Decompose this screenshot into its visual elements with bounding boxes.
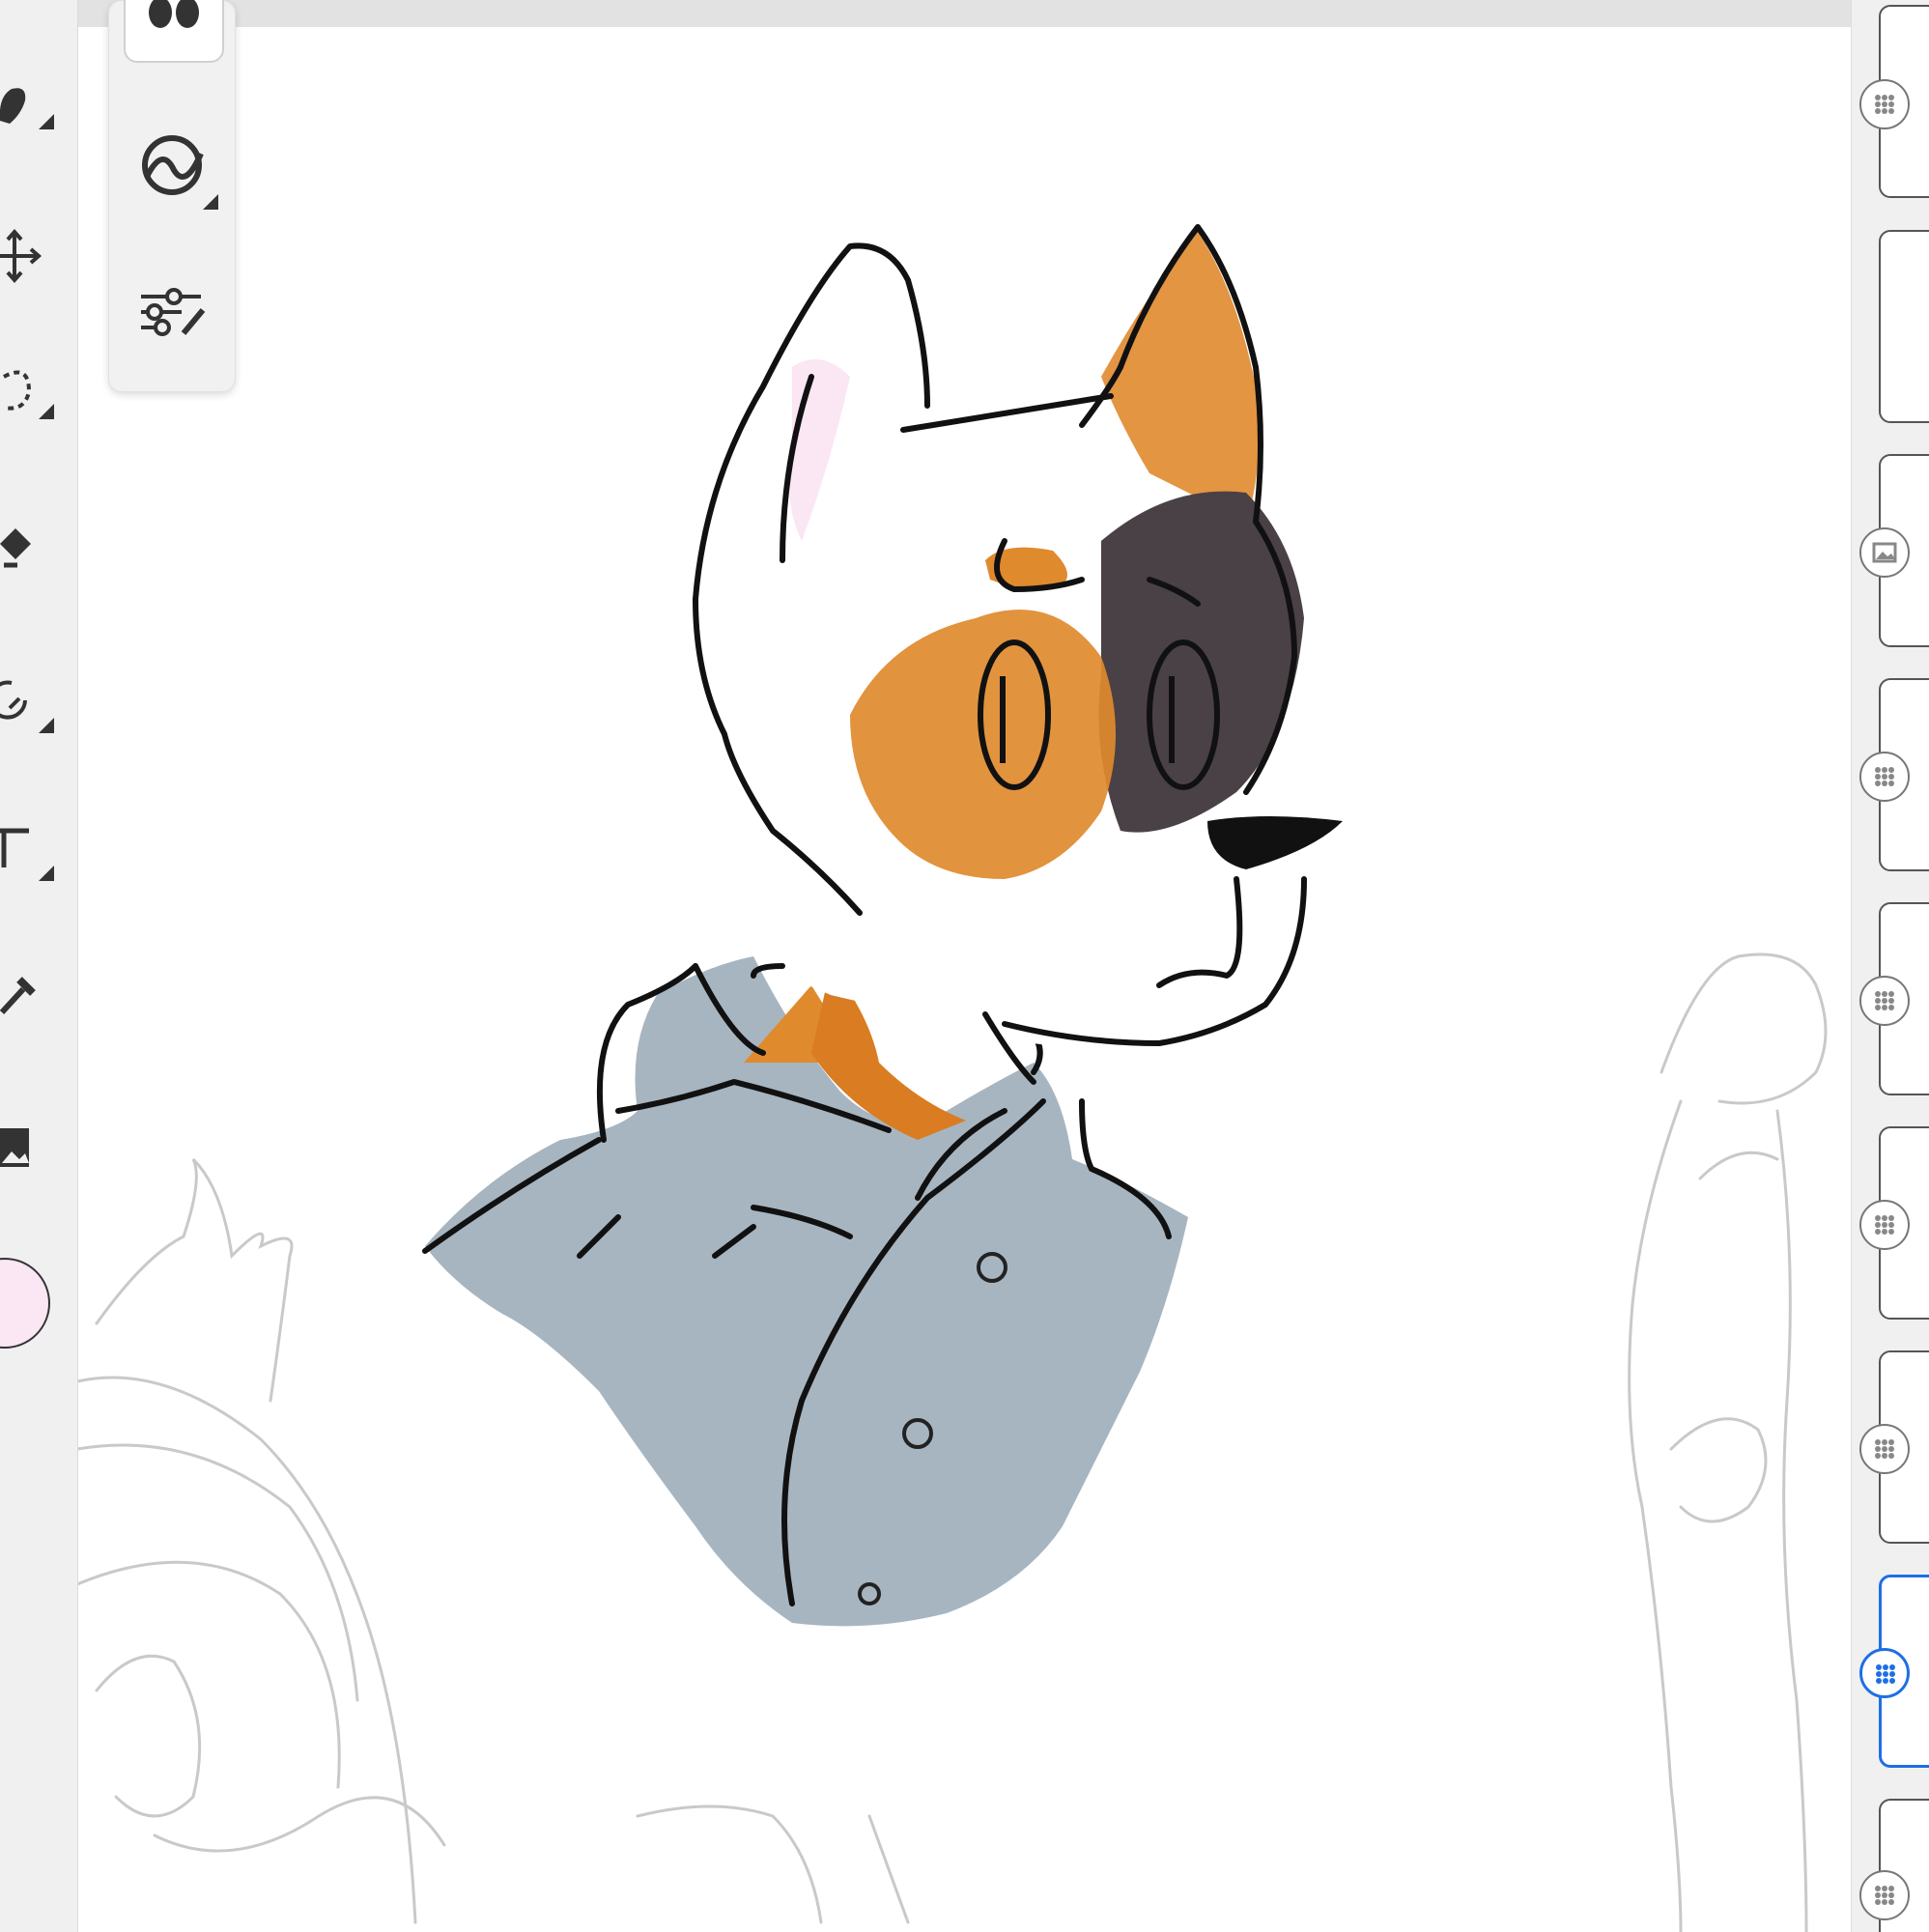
tool-options-indicator [39,114,54,129]
layer-type-badge[interactable] [1859,1424,1910,1474]
current-color-swatch[interactable] [0,1258,50,1349]
tool-options-indicator [39,866,54,881]
eyedropper-icon [0,977,36,1015]
brush-tool[interactable] [0,68,58,135]
image-layer-icon [1872,542,1897,563]
stabilizer-icon [142,135,218,210]
image-icon [0,1128,29,1167]
layer-type-badge[interactable] [1859,527,1910,578]
drawing-canvas[interactable] [77,0,1851,1932]
selection-tool[interactable] [0,357,58,425]
grid-layer-icon [1875,767,1894,786]
layers-panel [1851,0,1929,1932]
move-icon [0,228,43,284]
layer-thumbnail[interactable] [1879,230,1929,423]
grid-layer-icon [1876,1664,1895,1684]
sliders-icon [141,288,206,336]
grid-layer-icon [1875,1215,1894,1235]
left-toolbar [0,0,78,1932]
eyedropper-tool[interactable] [0,966,58,1034]
layer-type-badge[interactable] [1859,1200,1910,1250]
transform-tool[interactable] [0,671,58,739]
canvas-top-bar [77,0,1851,27]
grid-layer-icon [1875,95,1894,114]
character-jacket [425,956,1188,1627]
layer-type-badge[interactable] [1859,1870,1910,1920]
move-tool[interactable] [0,222,58,290]
tool-options-indicator [39,404,54,419]
opacity-flow-button[interactable] [124,0,224,63]
grid-layer-icon [1875,1886,1894,1905]
image-tool[interactable] [0,1121,58,1188]
layer-type-badge[interactable] [1859,752,1910,802]
brush-settings-button[interactable] [124,273,220,370]
text-tool[interactable] [0,819,58,887]
layer-type-badge[interactable] [1859,79,1910,129]
tool-options-indicator [39,718,54,733]
layer-type-badge-active[interactable] [1859,1648,1910,1698]
stabilizer-button[interactable] [124,117,220,213]
brush-panel [108,0,236,392]
layer-type-badge[interactable] [1859,976,1910,1026]
droplets-icon [149,0,199,28]
artwork [77,217,1828,1932]
paint-bucket-icon [0,528,31,568]
grid-layer-icon [1875,991,1894,1010]
grid-layer-icon [1875,1439,1894,1459]
fill-tool[interactable] [0,517,58,584]
